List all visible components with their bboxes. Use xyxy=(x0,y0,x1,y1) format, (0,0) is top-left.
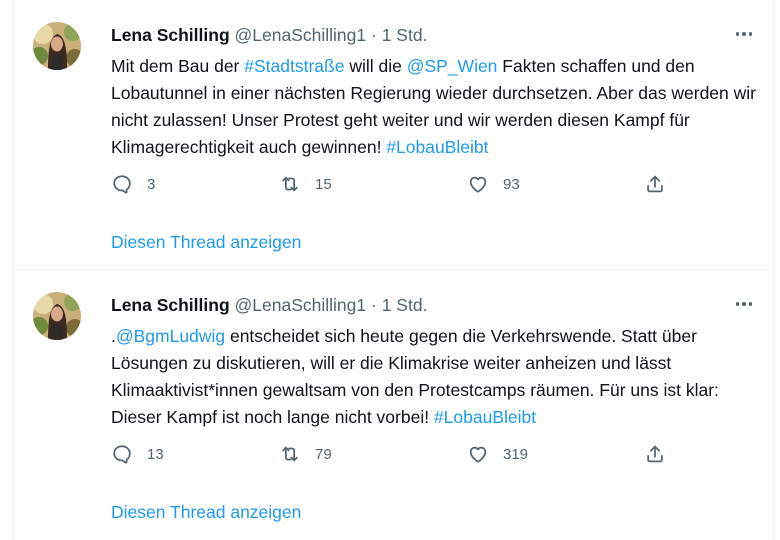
like-icon xyxy=(469,176,487,193)
retweet-count: 15 xyxy=(315,175,332,193)
tweet[interactable]: Lena Schilling @LenaSchilling1 · 1 Std. … xyxy=(13,270,774,540)
author-handle[interactable]: @LenaSchilling1 xyxy=(235,295,367,315)
hashtag-link[interactable]: #Stadtstraße xyxy=(244,56,344,76)
reply-icon xyxy=(113,175,131,194)
meta-separator: · xyxy=(371,25,377,45)
show-thread-link[interactable]: Diesen Thread anzeigen xyxy=(111,230,301,254)
tweet-actions: 13 79 319 xyxy=(111,440,671,468)
reply-icon xyxy=(113,445,131,464)
like-icon xyxy=(469,446,487,463)
author-handle[interactable]: @LenaSchilling1 xyxy=(235,25,367,45)
tweet-text-segment: will die xyxy=(344,56,407,76)
avatar[interactable] xyxy=(33,292,81,340)
more-icon[interactable] xyxy=(732,22,756,46)
reply-button[interactable]: 13 xyxy=(111,440,164,468)
like-count: 93 xyxy=(503,175,520,193)
mention-link[interactable]: @BgmLudwig xyxy=(116,326,225,346)
timestamp[interactable]: 1 Std. xyxy=(382,295,428,315)
tweet[interactable]: Lena Schilling @LenaSchilling1 · 1 Std. … xyxy=(13,0,774,270)
like-button[interactable]: 319 xyxy=(467,440,528,468)
timestamp[interactable]: 1 Std. xyxy=(382,25,428,45)
like-button[interactable]: 93 xyxy=(467,170,520,198)
tweet-text: Mit dem Bau der #Stadtstraße will die @S… xyxy=(111,53,761,161)
hashtag-link[interactable]: #LobauBleibt xyxy=(386,137,488,157)
reply-count: 13 xyxy=(147,445,164,463)
tweet-actions: 3 15 93 xyxy=(111,170,671,198)
retweet-button[interactable]: 79 xyxy=(279,440,332,468)
tweet-header: Lena Schilling @LenaSchilling1 · 1 Std. xyxy=(111,292,756,318)
author-name[interactable]: Lena Schilling xyxy=(111,25,230,45)
retweet-icon xyxy=(282,446,298,462)
show-thread-link[interactable]: Diesen Thread anzeigen xyxy=(111,500,301,524)
reply-button[interactable]: 3 xyxy=(111,170,155,198)
share-button[interactable] xyxy=(644,170,666,198)
more-icon[interactable] xyxy=(732,292,756,316)
meta-separator: · xyxy=(371,295,377,315)
share-icon xyxy=(647,445,663,463)
like-count: 319 xyxy=(503,445,529,463)
share-icon xyxy=(647,175,663,193)
retweet-button[interactable]: 15 xyxy=(279,170,332,198)
reply-count: 3 xyxy=(147,175,156,193)
tweet-header: Lena Schilling @LenaSchilling1 · 1 Std. xyxy=(111,22,756,48)
tweet-text-segment: Mit dem Bau der xyxy=(111,56,245,76)
avatar[interactable] xyxy=(33,22,81,70)
hashtag-link[interactable]: #LobauBleibt xyxy=(434,407,536,427)
retweet-count: 79 xyxy=(315,445,332,463)
mention-link[interactable]: @SP_Wien xyxy=(407,56,498,76)
retweet-icon xyxy=(282,176,298,192)
share-button[interactable] xyxy=(644,440,666,468)
tweet-text: .@BgmLudwig entscheidet sich heute gegen… xyxy=(111,323,761,431)
author-name[interactable]: Lena Schilling xyxy=(111,295,230,315)
